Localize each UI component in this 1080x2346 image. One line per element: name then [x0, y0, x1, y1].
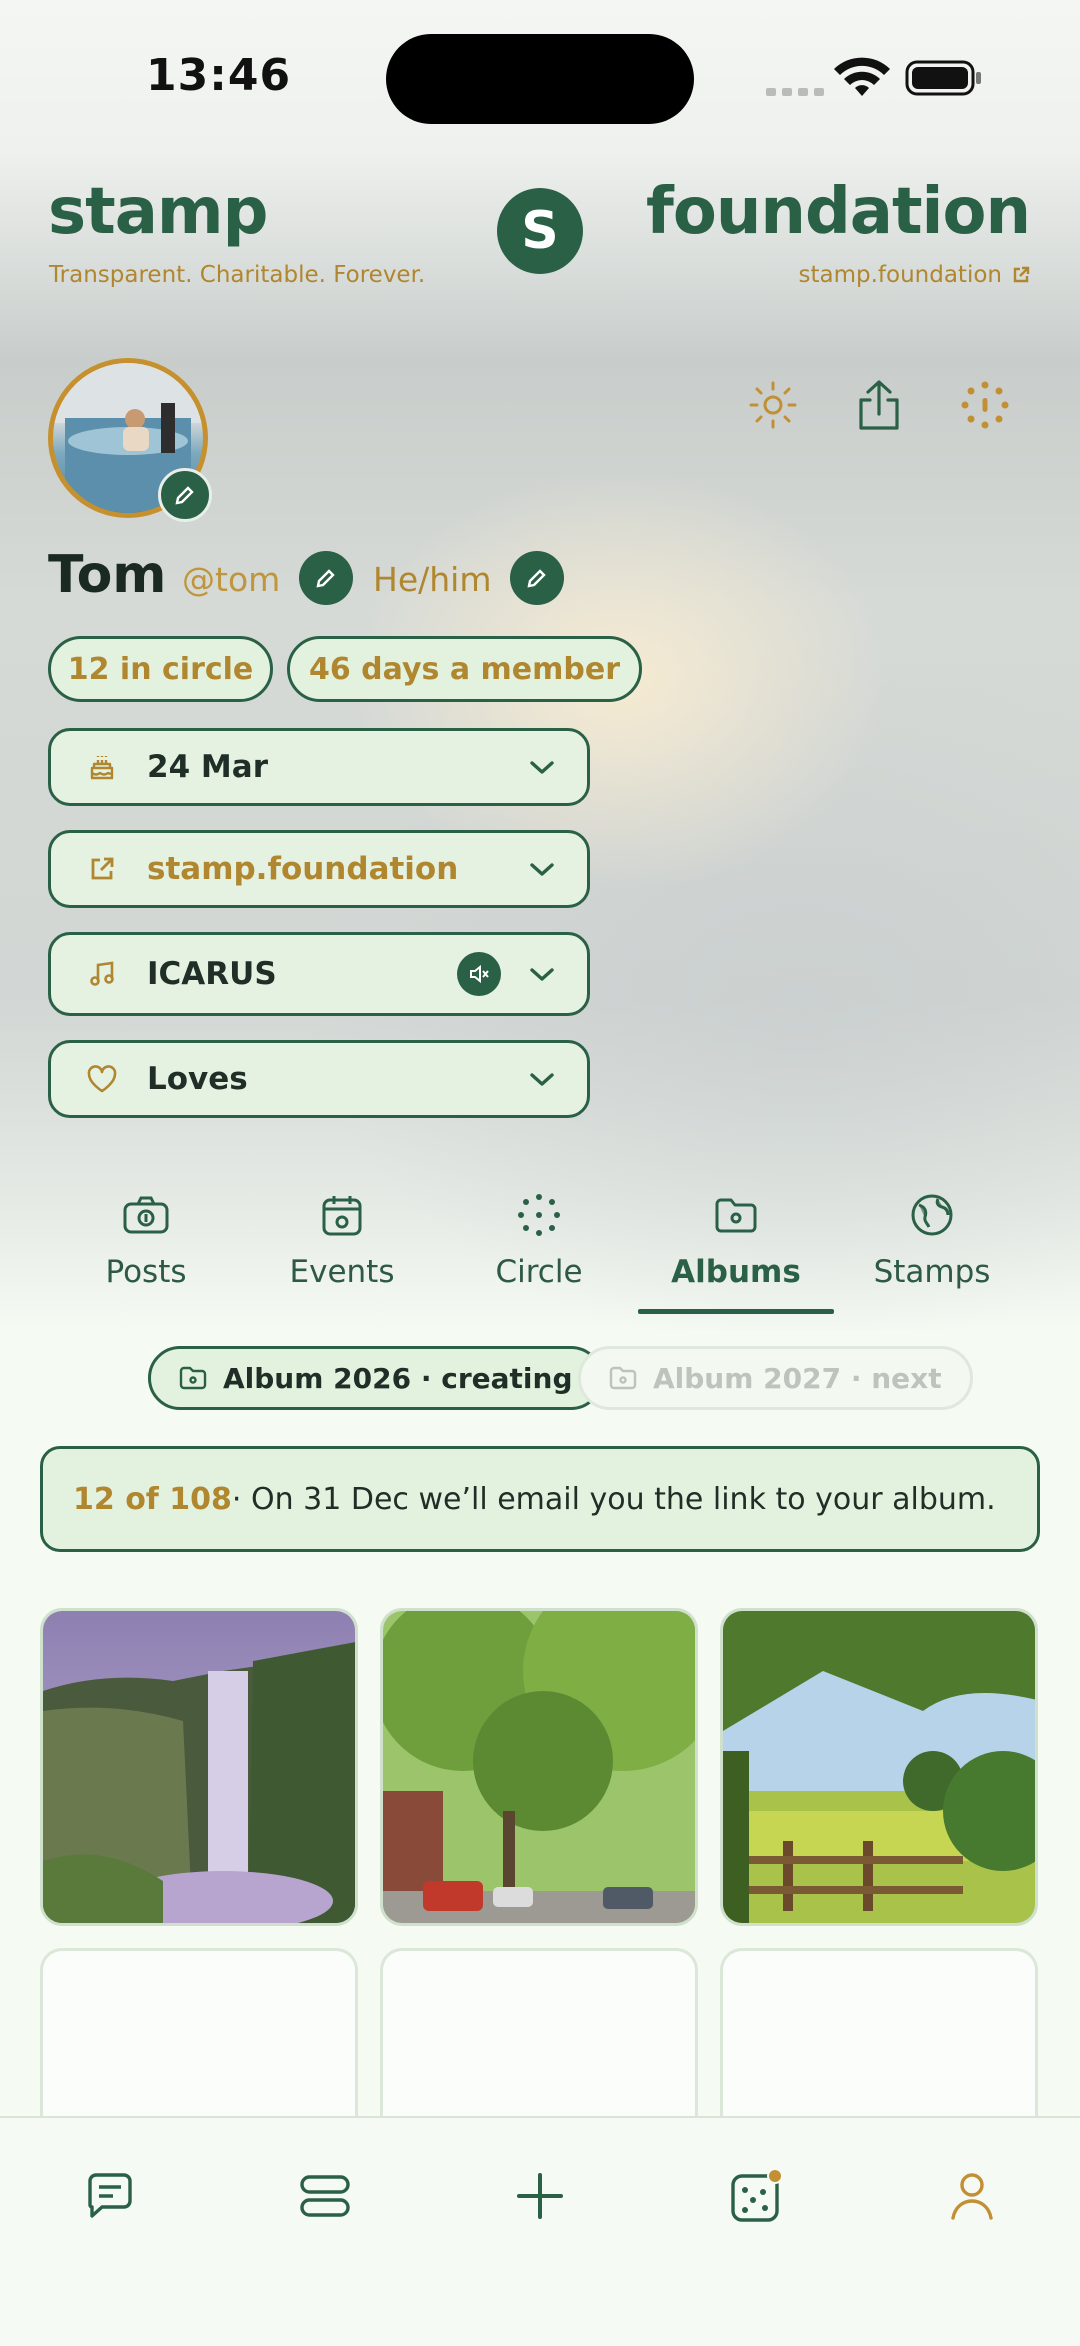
tab-events[interactable]: Events: [244, 1190, 440, 1320]
loves-label: Loves: [147, 1061, 248, 1097]
edit-pronouns-button[interactable]: [510, 551, 564, 605]
speaker-muted-icon: [470, 964, 489, 984]
profile-pronouns: He/him: [373, 560, 492, 599]
dotted-circle-icon: [514, 1190, 564, 1240]
album-notice: 12 of 108 · On 31 Dec we’ll email you th…: [40, 1446, 1040, 1552]
pencil-icon: [175, 486, 194, 505]
tab-stamps[interactable]: Stamps: [834, 1190, 1030, 1320]
chevron-down-icon: [530, 863, 554, 876]
album-chip-label: Album 2026 · creating: [223, 1361, 573, 1395]
tab-label: Albums: [671, 1254, 801, 1290]
tab-circle[interactable]: Circle: [441, 1190, 637, 1320]
folder-icon: [179, 1366, 207, 1390]
album-photo[interactable]: [720, 1608, 1038, 1926]
stamp-globe-icon: [907, 1190, 957, 1240]
tree-lined-street-photo: [383, 1611, 695, 1923]
tab-albums[interactable]: Albums: [638, 1190, 834, 1320]
album-photo-slot[interactable]: [380, 1948, 698, 2138]
waterfall-photo: [43, 1611, 355, 1923]
tab-label: Stamps: [873, 1254, 991, 1290]
circle-count-pill[interactable]: 12 in circle: [48, 636, 273, 702]
album-photo-slot[interactable]: [40, 1948, 358, 2138]
birthday-label: 24 Mar: [147, 749, 268, 785]
chevron-down-icon: [530, 1073, 554, 1086]
album-photo-count: 12 of 108: [73, 1481, 232, 1517]
pencil-icon: [527, 569, 546, 588]
cake-icon: [85, 750, 119, 784]
chevron-down-icon: [530, 761, 554, 774]
camera-icon: [121, 1190, 171, 1240]
pencil-icon: [316, 569, 335, 588]
nav-messages[interactable]: [70, 2156, 150, 2236]
dotted-gear-icon: [961, 381, 1009, 429]
dice-icon: [731, 2168, 783, 2222]
music-note-icon: [85, 957, 119, 991]
dynamic-island: [386, 34, 694, 124]
album-notice-text: · On 31 Dec we’ll email you the link to …: [231, 1481, 996, 1517]
status-time: 13:46: [146, 50, 292, 101]
nav-games[interactable]: [717, 2156, 797, 2236]
plus-icon: [517, 2173, 563, 2219]
sun-icon: [749, 381, 797, 429]
nav-create[interactable]: [500, 2156, 580, 2236]
wifi-icon: [834, 57, 890, 96]
birthday-row[interactable]: 24 Mar: [48, 728, 590, 806]
settings-button[interactable]: [952, 372, 1018, 438]
album-chip-label: Album 2027 · next: [653, 1361, 942, 1395]
album-photo-slot[interactable]: [720, 1948, 1038, 2138]
member-days-pill[interactable]: 46 days a member: [287, 636, 642, 702]
music-row[interactable]: ICARUS: [48, 932, 590, 1016]
edit-handle-button[interactable]: [299, 551, 353, 605]
profile-name: Tom: [48, 545, 167, 605]
nav-profile[interactable]: [932, 2156, 1012, 2236]
active-tab-indicator: [638, 1309, 834, 1314]
stamp-logo[interactable]: S: [497, 188, 583, 274]
site-link-label: stamp.foundation: [798, 262, 1003, 288]
calendar-icon: [317, 1190, 367, 1240]
music-label: ICARUS: [147, 956, 277, 992]
theme-button[interactable]: [740, 372, 806, 438]
tab-label: Events: [289, 1254, 395, 1290]
tagline: Transparent. Charitable. Forever.: [49, 262, 426, 288]
status-icons: [766, 57, 981, 96]
album-photo[interactable]: [40, 1608, 358, 1926]
folder-icon: [711, 1190, 761, 1240]
brand-left: stamp: [48, 175, 268, 249]
album-chip-next[interactable]: Album 2027 · next: [578, 1346, 973, 1410]
website-label: stamp.foundation: [147, 851, 459, 887]
edit-avatar-button[interactable]: [158, 468, 212, 522]
loves-row[interactable]: Loves: [48, 1040, 590, 1118]
folder-icon: [609, 1366, 637, 1390]
signal-icon: [766, 88, 824, 96]
heart-icon: [85, 1062, 119, 1096]
share-button[interactable]: [846, 372, 912, 438]
share-icon: [859, 380, 899, 430]
chevron-down-icon: [530, 968, 554, 981]
brand-right: foundation: [646, 175, 1031, 249]
website-row[interactable]: stamp.foundation: [48, 830, 590, 908]
external-link-icon: [85, 852, 119, 886]
stack-icon: [300, 2175, 350, 2217]
tab-label: Posts: [105, 1254, 187, 1290]
person-icon: [951, 2173, 993, 2220]
notification-dot: [767, 2168, 783, 2184]
chat-icon: [88, 2173, 132, 2218]
album-photo[interactable]: [380, 1608, 698, 1926]
battery-icon: [905, 60, 981, 96]
meadow-fence-photo: [723, 1611, 1035, 1923]
tab-label: Circle: [495, 1254, 583, 1290]
mute-button[interactable]: [457, 952, 501, 996]
site-link[interactable]: stamp.foundation: [799, 262, 1031, 288]
external-link-icon: [1013, 266, 1030, 283]
tab-posts[interactable]: Posts: [48, 1190, 244, 1320]
nav-feed[interactable]: [285, 2156, 365, 2236]
profile-handle: @tom: [182, 560, 281, 599]
logo-letter: S: [521, 201, 559, 261]
album-chip-current[interactable]: Album 2026 · creating: [148, 1346, 604, 1410]
